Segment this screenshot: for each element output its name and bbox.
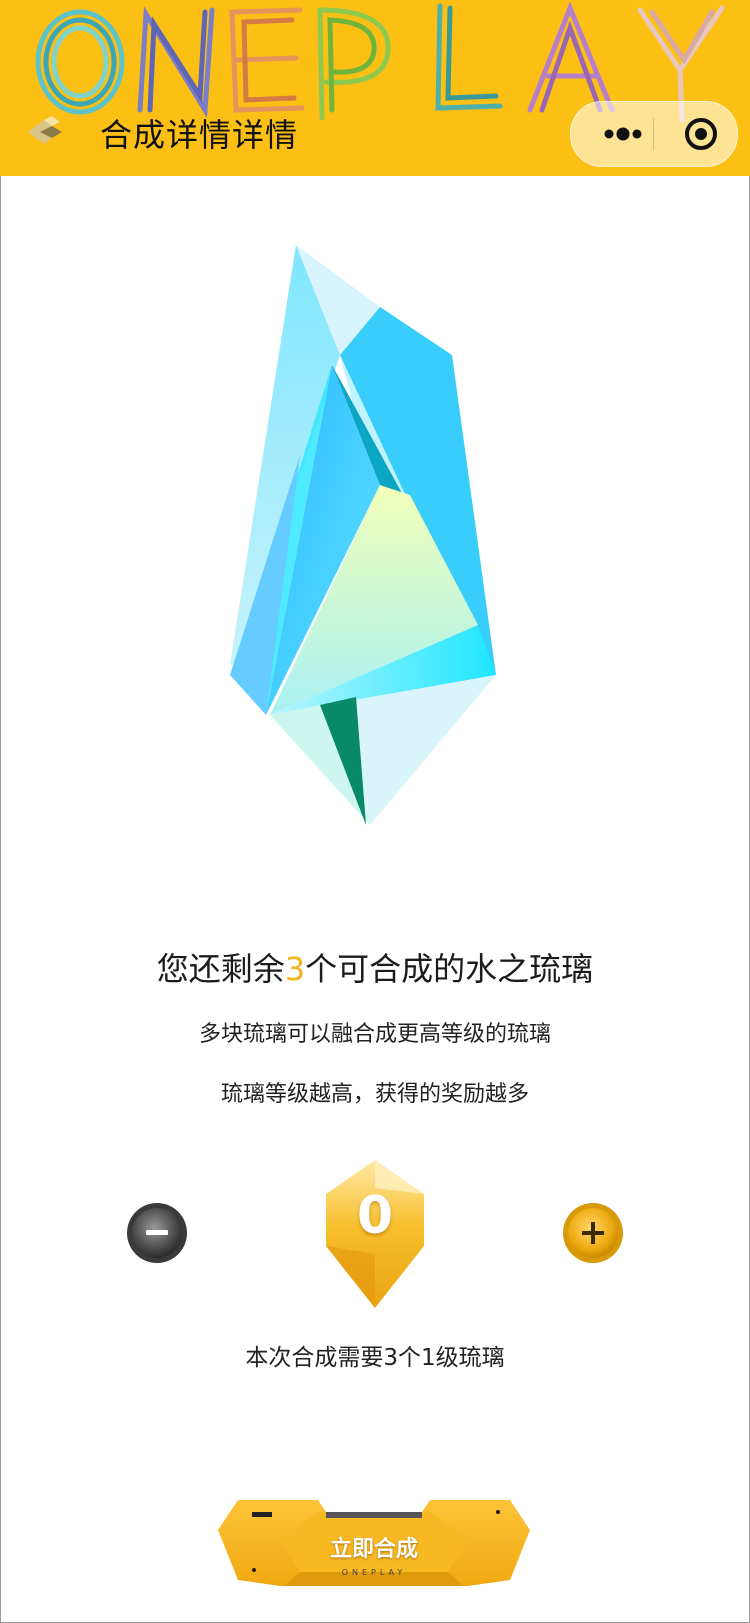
description-line-1: 多块琉璃可以融合成更高等级的琉璃 (198, 1022, 551, 1047)
capsule-divider (653, 118, 654, 150)
headline-suffix: 个可合成的水之琉璃 (305, 950, 594, 988)
mini-program-capsule (570, 101, 738, 167)
minus-icon (127, 1203, 187, 1263)
decrease-button[interactable] (126, 1202, 188, 1264)
remaining-headline: 您还剩余3个可合成的水之琉璃 (0, 944, 750, 990)
close-target-icon (685, 118, 717, 150)
remaining-count: 3 (284, 950, 306, 988)
page-title: 合成详情详情 (100, 116, 299, 154)
plus-icon (563, 1203, 623, 1263)
more-dots-icon (604, 127, 642, 141)
synthesis-requirement: 本次合成需要3个1级琉璃 (245, 1345, 505, 1371)
back-button[interactable] (22, 108, 70, 156)
close-mini-program-button[interactable] (671, 102, 731, 166)
synthesize-button-label: 立即合成 (329, 1537, 418, 1562)
increase-button[interactable] (562, 1202, 624, 1264)
app-header: 合成详情详情 (0, 0, 750, 176)
back-chevron-icon (28, 116, 62, 144)
more-menu-button[interactable] (593, 102, 653, 166)
water-crystal-image (230, 245, 496, 825)
synthesize-button-brand: ONEPLAY (341, 1568, 407, 1577)
count-value: 0 (356, 1186, 394, 1246)
description-line-2: 琉璃等级越高，获得的奖励越多 (220, 1082, 529, 1107)
headline-prefix: 您还剩余 (156, 950, 285, 988)
